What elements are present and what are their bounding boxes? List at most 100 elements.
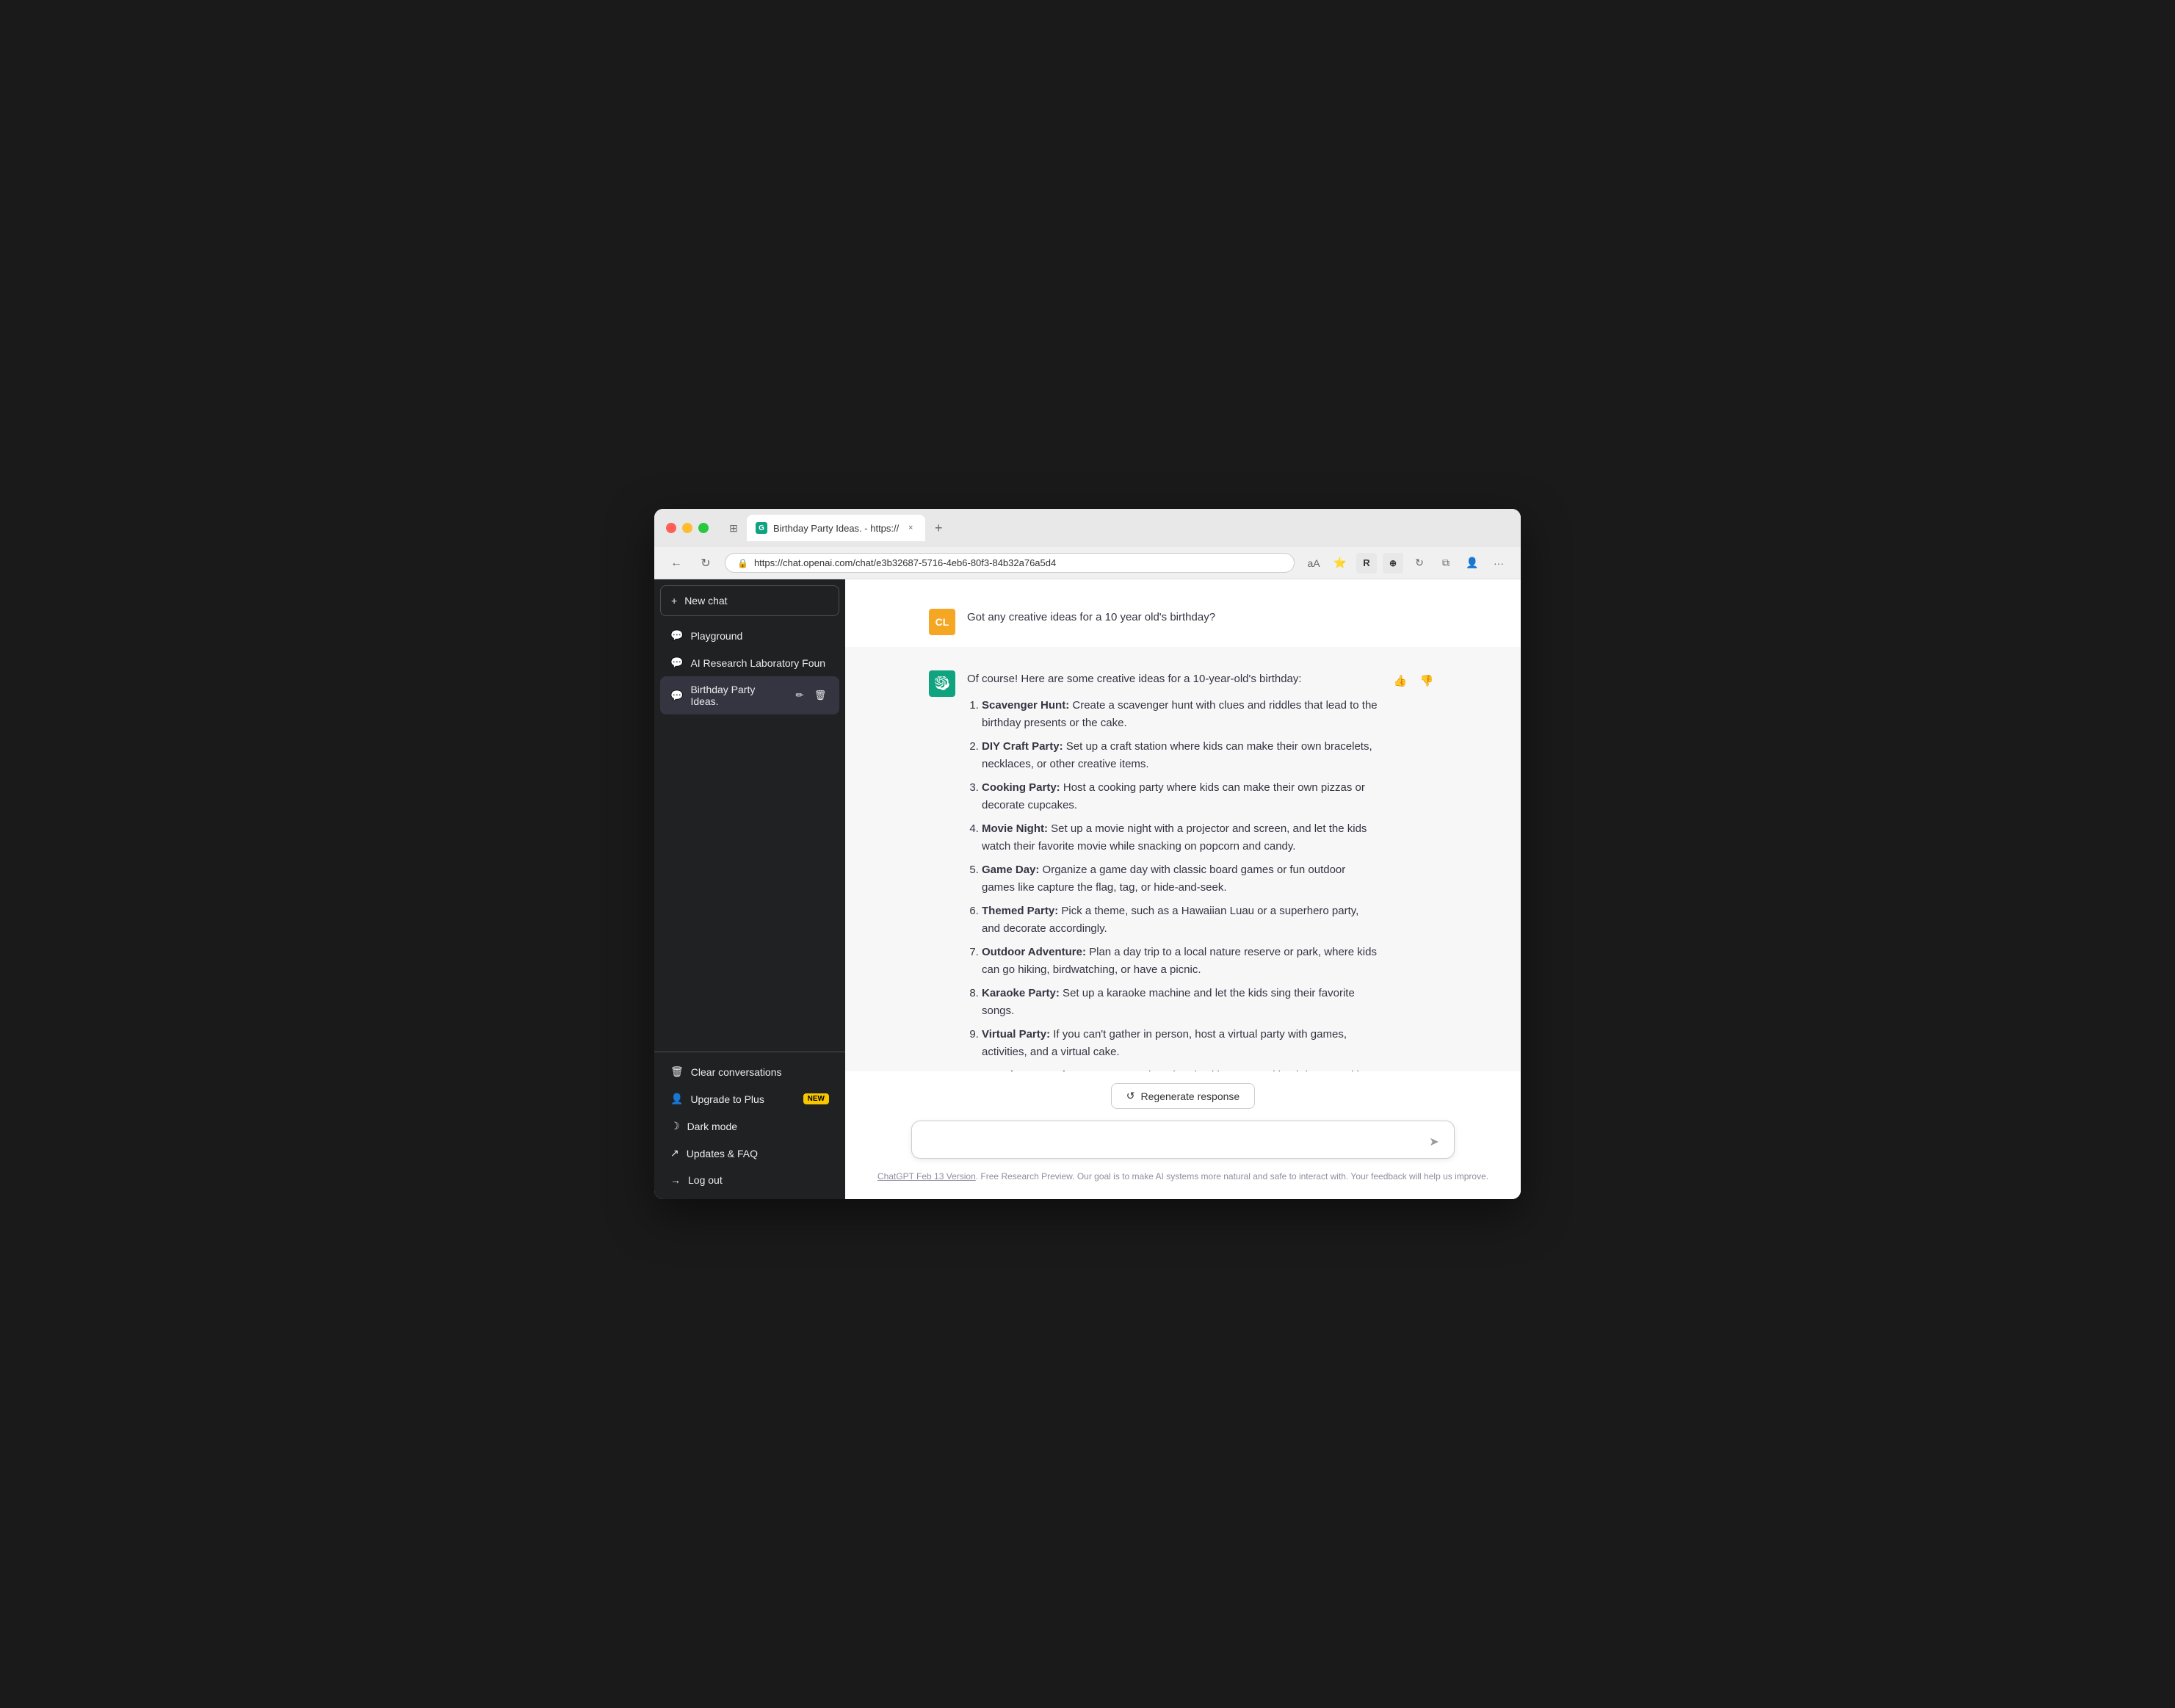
sidebar-item-birthday-party[interactable]: 💬 Birthday Party Ideas. ✏ 🗑 (660, 676, 839, 714)
chat-bubble-icon-playground: 💬 (670, 629, 683, 642)
sidebar-toggle-button[interactable]: ⊞ (723, 518, 744, 538)
extension-r-button[interactable]: R (1356, 553, 1377, 573)
delete-chat-button[interactable]: 🗑 (811, 687, 829, 704)
lock-icon: 🔒 (737, 558, 748, 568)
message-actions: 👍 👎 (1390, 670, 1437, 691)
new-chat-label: New chat (684, 595, 727, 607)
logout-icon: → (670, 1174, 681, 1186)
send-icon: ➤ (1429, 1135, 1438, 1149)
thumbs-up-button[interactable]: 👍 (1390, 670, 1411, 691)
idea-item-6: Themed Party: Pick a theme, such as a Ha… (982, 902, 1378, 938)
sidebar-bottom: 🗑 Clear conversations 👤 Upgrade to Plus … (654, 1052, 845, 1199)
tab-title: Birthday Party Ideas. - https:// (773, 523, 899, 534)
dark-mode-button[interactable]: ☽ Dark mode (660, 1112, 839, 1140)
input-container: ➤ (911, 1121, 1455, 1162)
sidebar-item-playground[interactable]: 💬 Playground (660, 622, 839, 649)
browser-window: ⊞ G Birthday Party Ideas. - https:// × +… (654, 509, 1521, 1199)
idea-item-4: Movie Night: Set up a movie night with a… (982, 820, 1378, 855)
sidebar: + New chat 💬 Playground 💬 AI Research La… (654, 579, 845, 1199)
regenerate-button[interactable]: ↺ Regenerate response (1111, 1083, 1255, 1109)
bookmark-button[interactable]: ⭐ (1330, 553, 1350, 573)
profile-button[interactable]: 👤 (1462, 553, 1483, 573)
back-button[interactable]: ← (666, 553, 687, 573)
sidebar-item-label-ai-research: AI Research Laboratory Foun (690, 657, 825, 669)
sidebar-top: + New chat 💬 Playground 💬 AI Research La… (654, 579, 845, 1052)
updates-label: Updates & FAQ (687, 1148, 758, 1159)
assistant-message: Of course! Here are some creative ideas … (911, 659, 1455, 1071)
idea-item-7: Outdoor Adventure: Plan a day trip to a … (982, 944, 1378, 979)
user-icon: 👤 (670, 1093, 683, 1105)
assistant-message-wrapper: Of course! Here are some creative ideas … (845, 647, 1521, 1071)
logout-label: Log out (688, 1174, 723, 1186)
minimize-window-button[interactable] (682, 523, 692, 533)
new-tab-button[interactable]: + (928, 518, 949, 538)
plus-icon: + (671, 595, 677, 607)
chat-messages: CL Got any creative ideas for a 10 year … (845, 579, 1521, 1071)
refresh-button[interactable]: ↻ (1409, 553, 1430, 573)
extension-g-button[interactable]: ⊕ (1383, 553, 1403, 573)
clear-label: Clear conversations (691, 1066, 782, 1078)
upgrade-label: Upgrade to Plus (690, 1093, 764, 1105)
sidebar-item-label-playground: Playground (690, 630, 742, 642)
idea-item-5: Game Day: Organize a game day with class… (982, 861, 1378, 897)
tab-favicon: G (756, 522, 767, 534)
edit-chat-button[interactable]: ✏ (791, 687, 808, 704)
user-message-container: CL Got any creative ideas for a 10 year … (911, 597, 1455, 647)
idea-item-3: Cooking Party: Host a cooking party wher… (982, 779, 1378, 814)
footer-text: ChatGPT Feb 13 Version. Free Research Pr… (863, 1171, 1503, 1182)
send-button[interactable]: ➤ (1422, 1130, 1446, 1154)
titlebar: ⊞ G Birthday Party Ideas. - https:// × + (654, 509, 1521, 547)
active-tab[interactable]: G Birthday Party Ideas. - https:// × (747, 515, 925, 541)
regenerate-label: Regenerate response (1141, 1090, 1240, 1102)
chatgpt-version-link[interactable]: ChatGPT Feb 13 Version (877, 1171, 976, 1182)
thumbs-down-button[interactable]: 👎 (1416, 670, 1437, 691)
idea-item-8: Karaoke Party: Set up a karaoke machine … (982, 985, 1378, 1020)
new-chat-button[interactable]: + New chat (660, 585, 839, 616)
addressbar: ← ↻ 🔒 https://chat.openai.com/chat/e3b32… (654, 547, 1521, 579)
idea-item-1: Scavenger Hunt: Create a scavenger hunt … (982, 697, 1378, 732)
close-window-button[interactable] (666, 523, 676, 533)
upgrade-to-plus-button[interactable]: 👤 Upgrade to Plus NEW (660, 1085, 839, 1112)
assistant-intro: Of course! Here are some creative ideas … (967, 670, 1378, 688)
updates-faq-button[interactable]: ↗ Updates & FAQ (660, 1140, 839, 1167)
logout-button[interactable]: → Log out (660, 1167, 839, 1193)
item-actions: ✏ 🗑 (791, 687, 829, 704)
traffic-lights (666, 523, 709, 533)
split-view-button[interactable]: ⧉ (1436, 553, 1456, 573)
tab-close-button[interactable]: × (905, 522, 916, 534)
input-area: ↺ Regenerate response ➤ ChatGPT Feb 13 V… (845, 1071, 1521, 1199)
regenerate-icon: ↺ (1126, 1090, 1135, 1102)
idea-item-10: DIY Photo Booth: Create a DIY photo boot… (982, 1067, 1378, 1071)
assistant-message-container: Of course! Here are some creative ideas … (911, 659, 1455, 1071)
more-options-button[interactable]: ··· (1488, 553, 1509, 573)
idea-item-2: DIY Craft Party: Set up a craft station … (982, 738, 1378, 773)
idea-item-9: Virtual Party: If you can't gather in pe… (982, 1026, 1378, 1061)
user-message-content: Got any creative ideas for a 10 year old… (967, 609, 1437, 626)
app-body: + New chat 💬 Playground 💬 AI Research La… (654, 579, 1521, 1199)
chat-input[interactable] (911, 1121, 1455, 1159)
user-avatar: CL (929, 609, 955, 635)
footer-description: . Free Research Preview. Our goal is to … (976, 1171, 1488, 1182)
assistant-avatar (929, 670, 955, 697)
ideas-list: Scavenger Hunt: Create a scavenger hunt … (967, 697, 1378, 1071)
address-bar[interactable]: 🔒 https://chat.openai.com/chat/e3b32687-… (725, 553, 1295, 573)
new-badge: NEW (803, 1093, 829, 1104)
tab-bar: ⊞ G Birthday Party Ideas. - https:// × + (723, 515, 1509, 541)
dark-mode-label: Dark mode (687, 1121, 737, 1132)
moon-icon: ☽ (670, 1120, 680, 1132)
chat-area: CL Got any creative ideas for a 10 year … (845, 579, 1521, 1199)
assistant-message-content: Of course! Here are some creative ideas … (967, 670, 1378, 1071)
clear-conversations-button[interactable]: 🗑 Clear conversations (660, 1058, 839, 1085)
browser-actions: aA ⭐ R ⊕ ↻ ⧉ 👤 ··· (1303, 553, 1509, 573)
maximize-window-button[interactable] (698, 523, 709, 533)
chat-bubble-icon-birthday: 💬 (670, 690, 683, 702)
sidebar-item-ai-research[interactable]: 💬 AI Research Laboratory Foun (660, 649, 839, 676)
sidebar-item-label-birthday: Birthday Party Ideas. (690, 684, 783, 707)
reader-mode-button[interactable]: aA (1303, 553, 1324, 573)
external-link-icon: ↗ (670, 1147, 679, 1159)
chat-bubble-icon-ai-research: 💬 (670, 656, 683, 669)
user-message: CL Got any creative ideas for a 10 year … (929, 597, 1437, 647)
reload-button[interactable]: ↻ (695, 553, 716, 573)
url-text: https://chat.openai.com/chat/e3b32687-57… (754, 557, 1056, 568)
trash-icon: 🗑 (670, 1065, 684, 1078)
